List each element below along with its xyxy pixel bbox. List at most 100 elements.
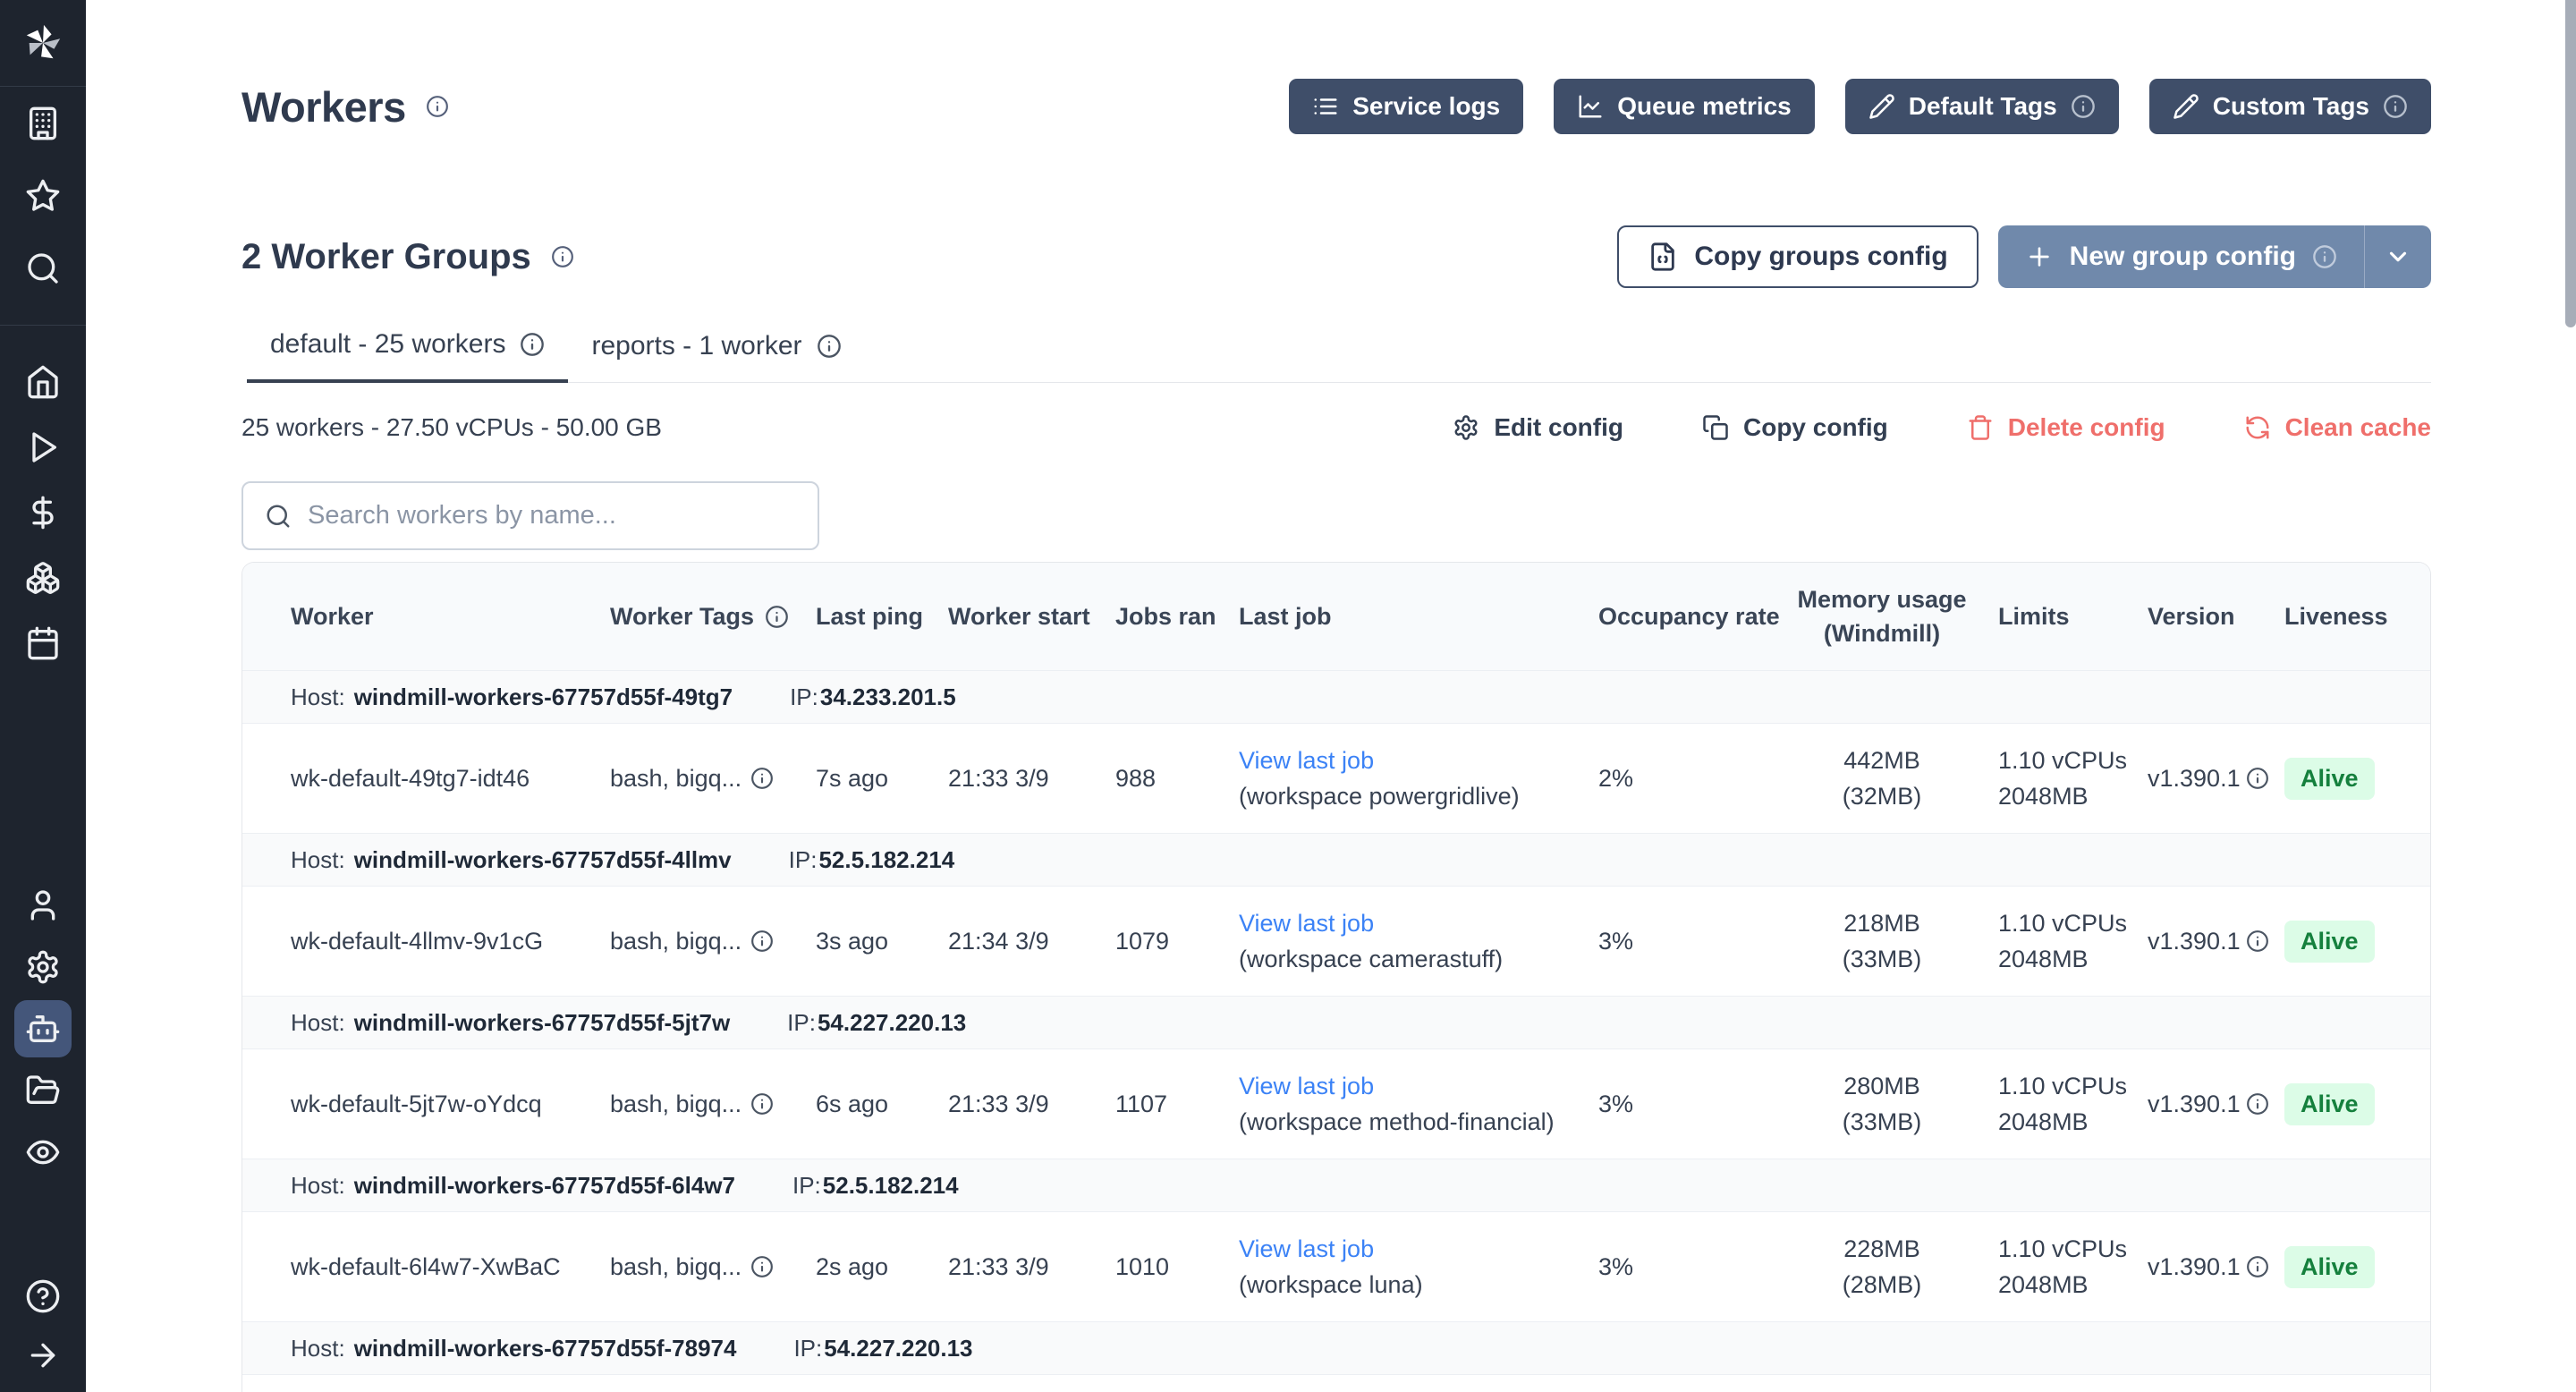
search-input[interactable] — [308, 501, 796, 530]
view-last-job-link[interactable]: View last job — [1239, 1068, 1374, 1104]
info-icon[interactable] — [750, 767, 774, 790]
new-group-config-label: New group config — [2070, 242, 2296, 272]
col-last-ping: Last ping — [816, 563, 948, 670]
default-tags-button[interactable]: Default Tags — [1845, 79, 2119, 134]
host-name: windmill-workers-67757d55f-5jt7w — [354, 1009, 730, 1037]
sidebar — [0, 0, 86, 1392]
default-tags-label: Default Tags — [1909, 92, 2057, 121]
active-item-highlight — [14, 1000, 72, 1057]
worker-name: wk-default-5jt7w-oYdcq — [242, 1049, 610, 1159]
sidebar-item-workspace[interactable] — [0, 87, 86, 159]
refresh-icon — [2244, 414, 2271, 441]
host-name: windmill-workers-67757d55f-4llmv — [354, 846, 732, 874]
gear-icon — [1453, 414, 1479, 441]
version: v1.390.1 — [2148, 1212, 2284, 1321]
sidebar-item-home[interactable] — [0, 349, 86, 414]
sidebar-item-favorites[interactable] — [0, 159, 86, 232]
table-header: Worker Worker Tags Last ping Worker star… — [242, 563, 2430, 670]
title-info-icon[interactable] — [426, 95, 449, 118]
sidebar-item-help[interactable] — [0, 1267, 86, 1326]
alive-badge: Alive — [2284, 921, 2375, 963]
folder-open-icon — [25, 1073, 61, 1108]
windmill-logo[interactable] — [0, 0, 86, 87]
sidebar-item-runs[interactable] — [0, 414, 86, 480]
help-circle-icon — [25, 1278, 61, 1314]
user-icon — [25, 887, 61, 923]
info-icon[interactable] — [765, 605, 789, 629]
memory-usage: 218MB(33MB) — [1766, 887, 1998, 996]
host-name: windmill-workers-67757d55f-78974 — [354, 1335, 737, 1362]
worker-start: 21:33 3/9 — [948, 1049, 1115, 1159]
service-logs-button[interactable]: Service logs — [1289, 79, 1523, 134]
version: v1.390.1 — [2148, 724, 2284, 833]
memory-usage: 280MB(33MB) — [1766, 1049, 1998, 1159]
trash-icon — [1967, 414, 1994, 441]
home-icon — [25, 364, 61, 400]
tab-reports[interactable]: reports - 1 worker — [568, 329, 864, 382]
last-job-workspace: (workspace powergridlive) — [1239, 778, 1520, 814]
edit-config-label: Edit config — [1494, 413, 1623, 442]
new-group-config-button[interactable]: New group config — [1998, 225, 2431, 288]
worker-tags: bash, bigq... — [610, 724, 816, 833]
view-last-job-link[interactable]: View last job — [1239, 743, 1374, 778]
limits: 1.10 vCPUs2048MB — [1998, 1049, 2148, 1159]
copy-config-label: Copy config — [1743, 413, 1888, 442]
last-ping: 2s ago — [816, 1212, 948, 1321]
sidebar-item-workers[interactable] — [0, 997, 86, 1059]
sidebar-collapse-toggle[interactable] — [0, 1326, 86, 1385]
sidebar-item-audit-logs[interactable] — [0, 1121, 86, 1183]
info-icon[interactable] — [520, 332, 545, 357]
info-icon[interactable] — [2246, 1092, 2269, 1116]
limits: 1.10 vCPUs2048MB — [1998, 887, 2148, 996]
edit-config-button[interactable]: Edit config — [1453, 413, 1623, 442]
worker-groups-heading: 2 Worker Groups — [242, 237, 531, 277]
worker-search — [242, 481, 819, 550]
clean-cache-label: Clean cache — [2285, 413, 2431, 442]
main-content: Workers Service logs Queue metrics Defau… — [86, 0, 2576, 1392]
memory-usage: 442MB(32MB) — [1766, 724, 1998, 833]
pencil-icon — [1868, 93, 1895, 120]
host-name: windmill-workers-67757d55f-6l4w7 — [354, 1172, 735, 1200]
queue-metrics-button[interactable]: Queue metrics — [1554, 79, 1815, 134]
view-last-job-link[interactable]: View last job — [1239, 1231, 1374, 1267]
copy-icon — [1702, 414, 1729, 441]
new-group-config-dropdown[interactable] — [2365, 225, 2431, 288]
copy-config-button[interactable]: Copy config — [1702, 413, 1888, 442]
sidebar-item-search[interactable] — [0, 232, 86, 304]
occupancy-rate: 3% — [1598, 887, 1766, 996]
worker-name: wk-default-4llmv-9v1cG — [242, 887, 610, 996]
sidebar-item-folders[interactable] — [0, 1059, 86, 1121]
sidebar-item-resources[interactable] — [0, 545, 86, 610]
line-chart-icon — [1577, 93, 1604, 120]
workers-table: Worker Worker Tags Last ping Worker star… — [242, 562, 2431, 1392]
last-job-workspace: (workspace luna) — [1239, 1267, 1423, 1303]
view-last-job-link[interactable]: View last job — [1239, 905, 1374, 941]
delete-config-button[interactable]: Delete config — [1967, 413, 2165, 442]
copy-groups-config-button[interactable]: Copy groups config — [1617, 225, 1978, 288]
sidebar-item-schedules[interactable] — [0, 610, 86, 675]
info-icon[interactable] — [2246, 929, 2269, 953]
worker-name: wk-default-6l4w7-XwBaC — [242, 1212, 610, 1321]
sidebar-item-variables[interactable] — [0, 480, 86, 545]
info-icon[interactable] — [2246, 767, 2269, 790]
vertical-scrollbar-thumb[interactable] — [2565, 0, 2576, 327]
info-icon[interactable] — [750, 1255, 774, 1278]
search-icon — [25, 250, 61, 286]
sidebar-item-settings[interactable] — [0, 936, 86, 997]
worker-tags: bash, bigq... — [610, 1212, 816, 1321]
clean-cache-button[interactable]: Clean cache — [2244, 413, 2431, 442]
chevron-down-icon — [2385, 243, 2411, 270]
groups-info-icon[interactable] — [551, 245, 574, 268]
worker-tags: bash, bigq... — [610, 1049, 816, 1159]
tab-default[interactable]: default - 25 workers — [247, 329, 568, 383]
info-icon[interactable] — [750, 1092, 774, 1116]
worker-start: 21:33 3/9 — [948, 1212, 1115, 1321]
gear-icon — [25, 949, 61, 985]
info-icon[interactable] — [750, 929, 774, 953]
info-icon — [2071, 94, 2096, 119]
custom-tags-button[interactable]: Custom Tags — [2149, 79, 2431, 134]
col-memory-usage: Memory usage (Windmill) — [1766, 563, 1998, 670]
info-icon[interactable] — [2246, 1255, 2269, 1278]
sidebar-item-users[interactable] — [0, 874, 86, 936]
info-icon[interactable] — [817, 334, 842, 359]
